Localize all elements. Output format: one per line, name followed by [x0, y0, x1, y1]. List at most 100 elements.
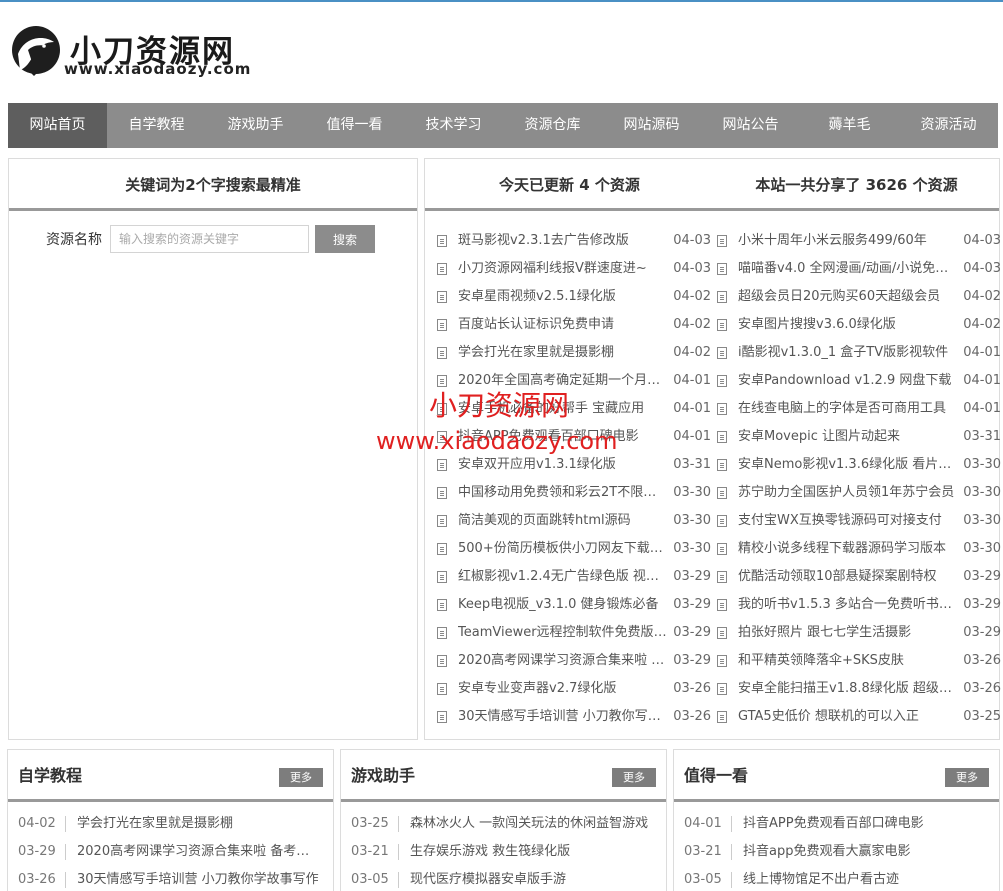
more-button[interactable]: 更多	[279, 768, 323, 787]
site-logo[interactable]: 小刀资源网 www.xiaodaozy.com	[8, 22, 250, 82]
update-item-title[interactable]: 和平精英领降落伞+SKS皮肤	[738, 647, 957, 675]
update-item-title[interactable]: 百度站长认证标识免费申请	[458, 311, 667, 339]
update-item-title[interactable]: 安卓星雨视频v2.5.1绿化版	[458, 283, 667, 311]
update-item[interactable]: 支付宝WX互换零钱源码可对接支付 03-30	[717, 507, 1001, 535]
search-input[interactable]	[110, 225, 309, 253]
update-item[interactable]: 安卓双开应用v1.3.1绿化版 03-31	[437, 451, 713, 479]
nav-item-freebies[interactable]: 薅羊毛	[800, 103, 899, 148]
update-item-title[interactable]: 我的听书v1.5.3 多站合一免费听书软件	[738, 591, 957, 619]
list-item-title[interactable]: 生存娱乐游戏 救生筏绿化版	[399, 838, 655, 866]
more-button[interactable]: 更多	[612, 768, 656, 787]
update-item[interactable]: 苏宁助力全国医护人员领1年苏宁会员 03-30	[717, 479, 1001, 507]
update-item[interactable]: 超级会员日20元购买60天超级会员 04-02	[717, 283, 1001, 311]
nav-item-site-source[interactable]: 网站源码	[602, 103, 701, 148]
update-item-title[interactable]: 优酷活动领取10部悬疑探案剧特权	[738, 563, 957, 591]
update-item[interactable]: 优酷活动领取10部悬疑探案剧特权 03-29	[717, 563, 1001, 591]
update-item[interactable]: 斑马影视v2.3.1去广告修改版 04-03	[437, 227, 713, 255]
update-item-title[interactable]: 拍张好照片 跟七七学生活摄影	[738, 619, 957, 647]
update-item[interactable]: 拍张好照片 跟七七学生活摄影 03-29	[717, 619, 1001, 647]
list-item[interactable]: 04-02 学会打光在家里就是摄影棚	[8, 810, 333, 838]
nav-item-resource-warehouse[interactable]: 资源仓库	[503, 103, 602, 148]
update-item[interactable]: 小刀资源网福利线报V群速度进~ 04-03	[437, 255, 713, 283]
list-item-title[interactable]: 2020高考网课学习资源合集来啦 备考必看	[66, 838, 322, 866]
list-item-title[interactable]: 抖音app免费观看大赢家电影	[732, 838, 988, 866]
update-item-title[interactable]: 小刀资源网福利线报V群速度进~	[458, 255, 667, 283]
update-item[interactable]: 我的听书v1.5.3 多站合一免费听书软件 03-29	[717, 591, 1001, 619]
update-item[interactable]: 小米十周年小米云服务499/60年 04-03	[717, 227, 1001, 255]
update-item-title[interactable]: 安卓Pandownload v1.2.9 网盘下载	[738, 367, 957, 395]
list-item-title[interactable]: 线上博物馆足不出户看古迹	[732, 866, 988, 891]
list-item[interactable]: 03-21 抖音app免费观看大赢家电影	[674, 838, 999, 866]
update-item-title[interactable]: i酷影视v1.3.0_1 盒子TV版影视软件	[738, 339, 957, 367]
update-item-title[interactable]: 支付宝WX互换零钱源码可对接支付	[738, 507, 957, 535]
update-item[interactable]: 红椒影视v1.2.4无广告绿色版 视频播放 03-29	[437, 563, 713, 591]
search-button[interactable]: 搜索	[315, 225, 375, 253]
list-item-title[interactable]: 森林冰火人 一款闯关玩法的休闲益智游戏	[399, 810, 655, 838]
update-item-title[interactable]: 安卓图片搜搜v3.6.0绿化版	[738, 311, 957, 339]
update-item-title[interactable]: 学会打光在家里就是摄影棚	[458, 339, 667, 367]
update-item-title[interactable]: 在线查电脑上的字体是否可商用工具	[738, 395, 957, 423]
update-item-title[interactable]: 苏宁助力全国医护人员领1年苏宁会员	[738, 479, 957, 507]
update-item[interactable]: 2020高考网课学习资源合集来啦 备考 03-29	[437, 647, 713, 675]
update-item-title[interactable]: 中国移动用免费领和彩云2T不限速空间	[458, 479, 667, 507]
update-item[interactable]: 百度站长认证标识免费申请 04-02	[437, 311, 713, 339]
update-item-title[interactable]: 安卓Nemo影视v1.3.6绿化版 看片神器	[738, 451, 957, 479]
update-item[interactable]: 喵喵番v4.0 全网漫画/动画/小说免费看 04-03	[717, 255, 1001, 283]
update-item-title[interactable]: 斑马影视v2.3.1去广告修改版	[458, 227, 667, 255]
update-item[interactable]: 学会打光在家里就是摄影棚 04-02	[437, 339, 713, 367]
nav-item-home[interactable]: 网站首页	[8, 103, 107, 148]
update-item[interactable]: 安卓星雨视频v2.5.1绿化版 04-02	[437, 283, 713, 311]
list-item[interactable]: 03-29 2020高考网课学习资源合集来啦 备考必看	[8, 838, 333, 866]
nav-item-tech-learning[interactable]: 技术学习	[404, 103, 503, 148]
list-item-title[interactable]: 抖音APP免费观看百部口碑电影	[732, 810, 988, 838]
update-item[interactable]: 安卓Movepic 让图片动起来 03-31	[717, 423, 1001, 451]
list-item[interactable]: 03-21 生存娱乐游戏 救生筏绿化版	[341, 838, 666, 866]
update-item[interactable]: 500+份简历模板供小刀网友下载使用 03-30	[437, 535, 713, 563]
list-item-title[interactable]: 学会打光在家里就是摄影棚	[66, 810, 322, 838]
update-item[interactable]: 中国移动用免费领和彩云2T不限速空间 03-30	[437, 479, 713, 507]
list-item-title[interactable]: 30天情感写手培训营 小刀教你学故事写作	[66, 866, 322, 891]
list-item[interactable]: 03-05 现代医疗模拟器安卓版手游	[341, 866, 666, 891]
update-item[interactable]: 和平精英领降落伞+SKS皮肤 03-26	[717, 647, 1001, 675]
update-item-title[interactable]: 500+份简历模板供小刀网友下载使用	[458, 535, 667, 563]
update-item-title[interactable]: 简洁美观的页面跳转html源码	[458, 507, 667, 535]
update-item-title[interactable]: 安卓Movepic 让图片动起来	[738, 423, 957, 451]
update-item[interactable]: 在线查电脑上的字体是否可商用工具 04-01	[717, 395, 1001, 423]
update-item[interactable]: GTA5史低价 想联机的可以入正 03-25	[717, 703, 1001, 731]
update-item-title[interactable]: 30天情感写手培训营 小刀教你写故事	[458, 703, 667, 731]
update-item-title[interactable]: 精校小说多线程下载器源码学习版本	[738, 535, 957, 563]
update-item[interactable]: TeamViewer远程控制软件免费版下载 03-29	[437, 619, 713, 647]
nav-item-announcements[interactable]: 网站公告	[701, 103, 800, 148]
update-item-title[interactable]: TeamViewer远程控制软件免费版下载	[458, 619, 667, 647]
update-item-title[interactable]: GTA5史低价 想联机的可以入正	[738, 703, 957, 731]
list-item-title[interactable]: 现代医疗模拟器安卓版手游	[399, 866, 655, 891]
update-item[interactable]: 安卓图片搜搜v3.6.0绿化版 04-02	[717, 311, 1001, 339]
update-item[interactable]: 精校小说多线程下载器源码学习版本 03-30	[717, 535, 1001, 563]
update-item-title[interactable]: 安卓全能扫描王v1.8.8绿化版 超级好用	[738, 675, 957, 703]
list-item[interactable]: 03-25 森林冰火人 一款闯关玩法的休闲益智游戏	[341, 810, 666, 838]
list-item[interactable]: 03-05 线上博物馆足不出户看古迹	[674, 866, 999, 891]
update-item[interactable]: 30天情感写手培训营 小刀教你写故事 03-26	[437, 703, 713, 731]
more-button[interactable]: 更多	[945, 768, 989, 787]
update-item-title[interactable]: 安卓专业变声器v2.7绿化版	[458, 675, 667, 703]
list-item[interactable]: 04-01 抖音APP免费观看百部口碑电影	[674, 810, 999, 838]
list-item[interactable]: 03-26 30天情感写手培训营 小刀教你学故事写作	[8, 866, 333, 891]
update-item-title[interactable]: 红椒影视v1.2.4无广告绿色版 视频播放	[458, 563, 667, 591]
update-item-title[interactable]: Keep电视版_v3.1.0 健身锻炼必备	[458, 591, 667, 619]
update-item-title[interactable]: 超级会员日20元购买60天超级会员	[738, 283, 957, 311]
update-item[interactable]: 安卓全能扫描王v1.8.8绿化版 超级好用 03-26	[717, 675, 1001, 703]
update-item[interactable]: i酷影视v1.3.0_1 盒子TV版影视软件 04-01	[717, 339, 1001, 367]
update-item-title[interactable]: 喵喵番v4.0 全网漫画/动画/小说免费看	[738, 255, 957, 283]
nav-item-game-helper[interactable]: 游戏助手	[206, 103, 305, 148]
update-item[interactable]: 安卓专业变声器v2.7绿化版 03-26	[437, 675, 713, 703]
update-item-title[interactable]: 小米十周年小米云服务499/60年	[738, 227, 957, 255]
update-item-title[interactable]: 2020高考网课学习资源合集来啦 备考	[458, 647, 667, 675]
nav-item-worth-watching[interactable]: 值得一看	[305, 103, 404, 148]
update-item[interactable]: 安卓Pandownload v1.2.9 网盘下载 04-01	[717, 367, 1001, 395]
nav-item-events[interactable]: 资源活动	[899, 103, 998, 148]
update-item[interactable]: Keep电视版_v3.1.0 健身锻炼必备 03-29	[437, 591, 713, 619]
update-item[interactable]: 简洁美观的页面跳转html源码 03-30	[437, 507, 713, 535]
nav-item-tutorials[interactable]: 自学教程	[107, 103, 206, 148]
update-item[interactable]: 安卓Nemo影视v1.3.6绿化版 看片神器 03-30	[717, 451, 1001, 479]
update-item-title[interactable]: 安卓双开应用v1.3.1绿化版	[458, 451, 667, 479]
